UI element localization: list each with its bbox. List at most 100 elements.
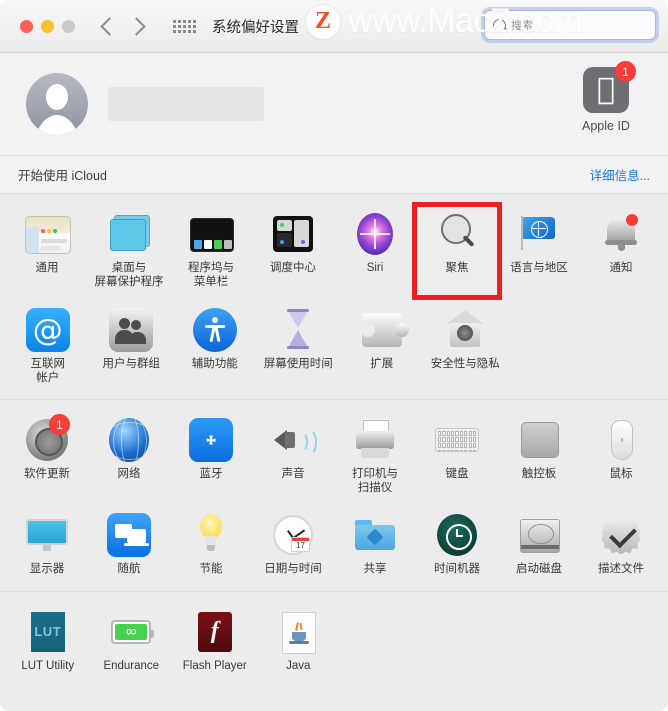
pane-label: 触控板 [521,468,557,480]
pane-security-privacy[interactable]: 安全性与隐私 [424,302,508,391]
apple-logo-icon:  1 [583,61,636,113]
pane-java[interactable]: Java [257,604,341,680]
icloud-strip: 开始使用 iCloud 详细信息... [0,155,668,193]
sound-icon [269,416,317,464]
apple-id-label: Apple ID [582,119,630,133]
show-all-grid-icon[interactable] [173,19,196,33]
pane-row: LUT LUT Utility ∞ Endurance f Flash Play… [6,604,662,680]
pane-label: 网络 [117,468,141,480]
pane-mouse[interactable]: 鼠标 [580,412,662,501]
icloud-details-link[interactable]: 详细信息... [590,165,650,184]
minimize-button[interactable] [41,19,54,33]
pane-label: 聚焦 [445,262,469,274]
pane-label: 共享 [363,563,387,575]
desktop-screensaver-icon [105,210,153,258]
pane-label: 屏幕使用时间 [263,358,333,370]
pane-sidecar[interactable]: 随航 [88,507,170,583]
profiles-icon [597,511,645,559]
apple-id-badge: 1 [615,61,636,82]
software-update-badge: 1 [49,414,70,435]
pane-label: 随航 [117,563,141,575]
pane-internet-accounts[interactable]: @ 互联网 帐户 [6,302,90,391]
pane-users-groups[interactable]: 用户与群组 [90,302,174,391]
pane-time-machine[interactable]: 时间机器 [416,507,498,583]
search-field-wrapper[interactable]: 搜索 [484,10,656,40]
keyboard-icon [433,416,481,464]
pane-label: 语言与地区 [510,262,568,274]
apple-id-banner:  1 Apple ID [0,53,668,155]
pane-flash-player[interactable]: f Flash Player [173,604,257,680]
pane-label: 键盘 [445,468,469,480]
avatar-body [34,115,80,135]
spotlight-icon [433,210,481,258]
pane-displays[interactable]: 显示器 [6,507,88,583]
pane-label: 描述文件 [598,563,644,575]
apple-id-pane[interactable]:  1 Apple ID [570,61,642,133]
pane-label: 通知 [609,262,633,274]
pane-extensions[interactable]: 扩展 [340,302,424,391]
pane-language-region[interactable]: 语言与地区 [498,206,580,296]
endurance-icon: ∞ [107,608,155,656]
forward-arrow-icon[interactable] [127,16,146,36]
software-update-icon: 1 [23,414,71,464]
user-name-redacted [108,87,264,121]
pane-sharing[interactable]: 共享 [334,507,416,583]
pane-software-update[interactable]: 1 软件更新 [6,412,88,501]
zoom-button[interactable] [62,19,75,33]
language-region-icon [515,210,563,258]
startup-disk-icon [515,511,563,559]
user-avatar-icon[interactable] [26,73,88,135]
pane-row: @ 互联网 帐户 用户与群组 辅助功能 屏幕使用时间 扩展 安全性与隐私 [6,302,662,391]
search-input[interactable]: 搜索 [484,10,656,40]
pane-desktop-screensaver[interactable]: 桌面与 屏幕保护程序 [88,206,170,296]
pane-profiles[interactable]: 描述文件 [580,507,662,583]
pane-trackpad[interactable]: 触控板 [498,412,580,501]
pane-label: 安全性与隐私 [430,358,500,370]
pane-sound[interactable]: 声音 [252,412,334,501]
internet-accounts-icon: @ [24,306,72,354]
pane-keyboard[interactable]: 键盘 [416,412,498,501]
pane-general[interactable]: 通用 [6,206,88,296]
pane-accessibility[interactable]: 辅助功能 [173,302,257,391]
time-machine-icon [433,511,481,559]
system-preferences-window: 系统偏好设置 搜索 Z www.MacZ.com  1 Apple ID [0,0,668,711]
security-privacy-icon [441,306,489,354]
bluetooth-icon: ᛭ [187,416,235,464]
pane-printers-scanners[interactable]: 打印机与 扫描仪 [334,412,416,501]
pane-startup-disk[interactable]: 启动磁盘 [498,507,580,583]
pane-screen-time[interactable]: 屏幕使用时间 [257,302,341,391]
pane-label: 用户与群组 [102,358,161,370]
general-icon [23,210,71,258]
dock-menubar-icon [187,210,235,258]
traffic-lights [20,19,75,33]
siri-icon [351,210,399,258]
pane-label: 桌面与 屏幕保护程序 [94,262,164,288]
pane-notifications[interactable]: 通知 [580,206,662,296]
notifications-icon [597,210,645,258]
search-placeholder: 搜索 [511,20,533,32]
pane-label: 声音 [281,468,305,480]
pane-network[interactable]: 网络 [88,412,170,501]
pane-spotlight[interactable]: 聚焦 [412,202,502,300]
pane-label: 启动磁盘 [516,563,562,575]
users-groups-icon [107,306,155,354]
displays-icon [23,511,71,559]
lut-icon-text: LUT [30,611,65,652]
back-arrow-icon[interactable] [100,16,119,36]
network-icon [105,416,153,464]
notification-badge-dot [626,214,638,226]
pane-label: 节能 [199,563,223,575]
pane-lut-utility[interactable]: LUT LUT Utility [6,604,90,680]
endurance-icon-text: ∞ [115,623,148,640]
pane-dock-menubar[interactable]: 程序坞与 菜单栏 [170,206,252,296]
pane-energy-saver[interactable]: 节能 [170,507,252,583]
pane-date-time[interactable]: 17 日期与时间 [252,507,334,583]
java-icon [274,608,322,656]
pane-endurance[interactable]: ∞ Endurance [90,604,174,680]
pane-bluetooth[interactable]: ᛭ 蓝牙 [170,412,252,501]
pane-mission-control[interactable]: 调度中心 [252,206,334,296]
pane-row: 1 软件更新 网络 ᛭ 蓝牙 声音 打印机与 扫描仪 键盘 触控板 鼠标 [6,412,662,501]
pane-siri[interactable]: Siri [334,206,416,296]
pane-label: 显示器 [29,563,65,575]
close-button[interactable] [20,19,33,33]
